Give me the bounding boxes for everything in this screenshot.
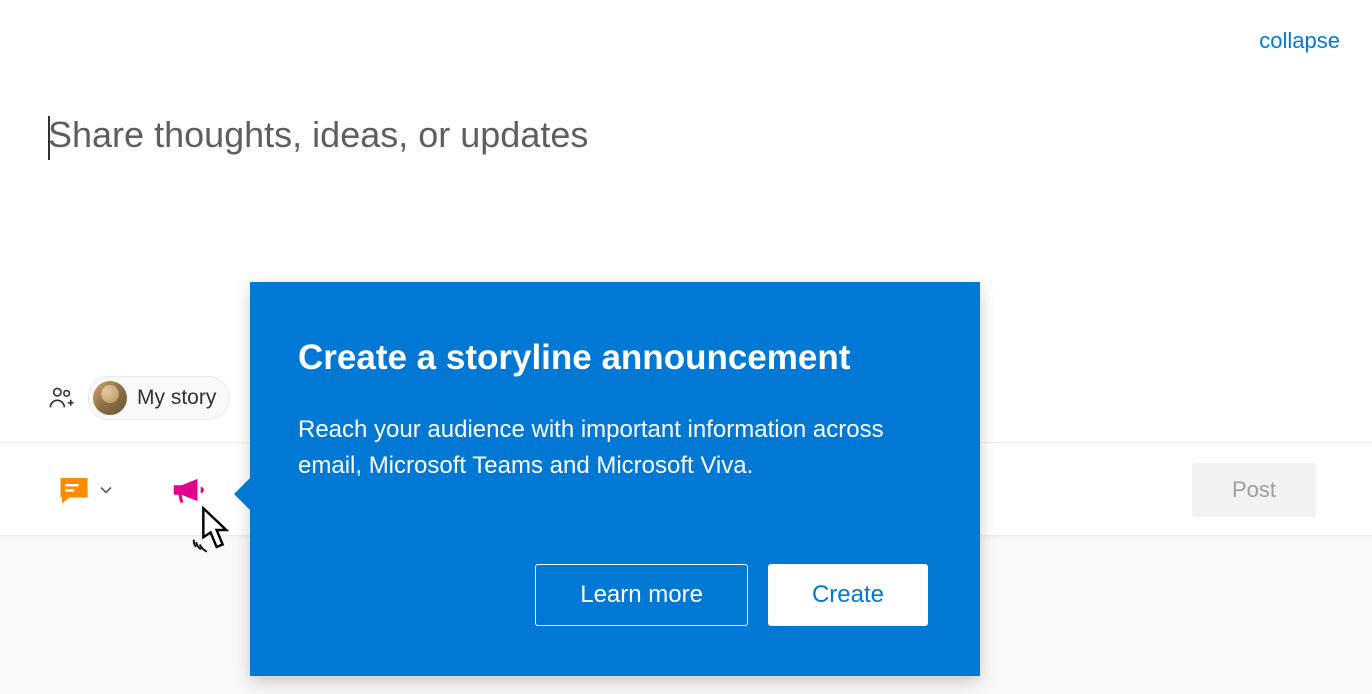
storyline-chip[interactable]: My story <box>88 376 229 420</box>
create-button[interactable]: Create <box>768 564 928 626</box>
storyline-label: My story <box>137 386 216 410</box>
callout-body: Reach your audience with important infor… <box>298 412 898 484</box>
avatar <box>93 381 127 415</box>
collapse-button[interactable]: collapse <box>1259 28 1340 54</box>
post-button[interactable]: Post <box>1192 463 1316 517</box>
discussion-icon <box>56 472 92 508</box>
callout-buttons: Learn more Create <box>298 564 928 626</box>
post-type-dropdown[interactable] <box>56 472 116 508</box>
megaphone-icon <box>169 471 207 509</box>
learn-more-button[interactable]: Learn more <box>535 564 748 626</box>
announcement-button[interactable] <box>168 470 208 510</box>
announcement-callout: Create a storyline announcement Reach yo… <box>250 282 980 676</box>
toolbar-left <box>56 470 208 510</box>
chevron-down-icon <box>96 480 116 500</box>
compose-input[interactable] <box>48 110 1324 160</box>
people-add-icon[interactable] <box>48 384 76 412</box>
callout-arrow <box>234 474 254 514</box>
callout-title: Create a storyline announcement <box>298 338 898 378</box>
audience-row: My story <box>48 376 229 420</box>
